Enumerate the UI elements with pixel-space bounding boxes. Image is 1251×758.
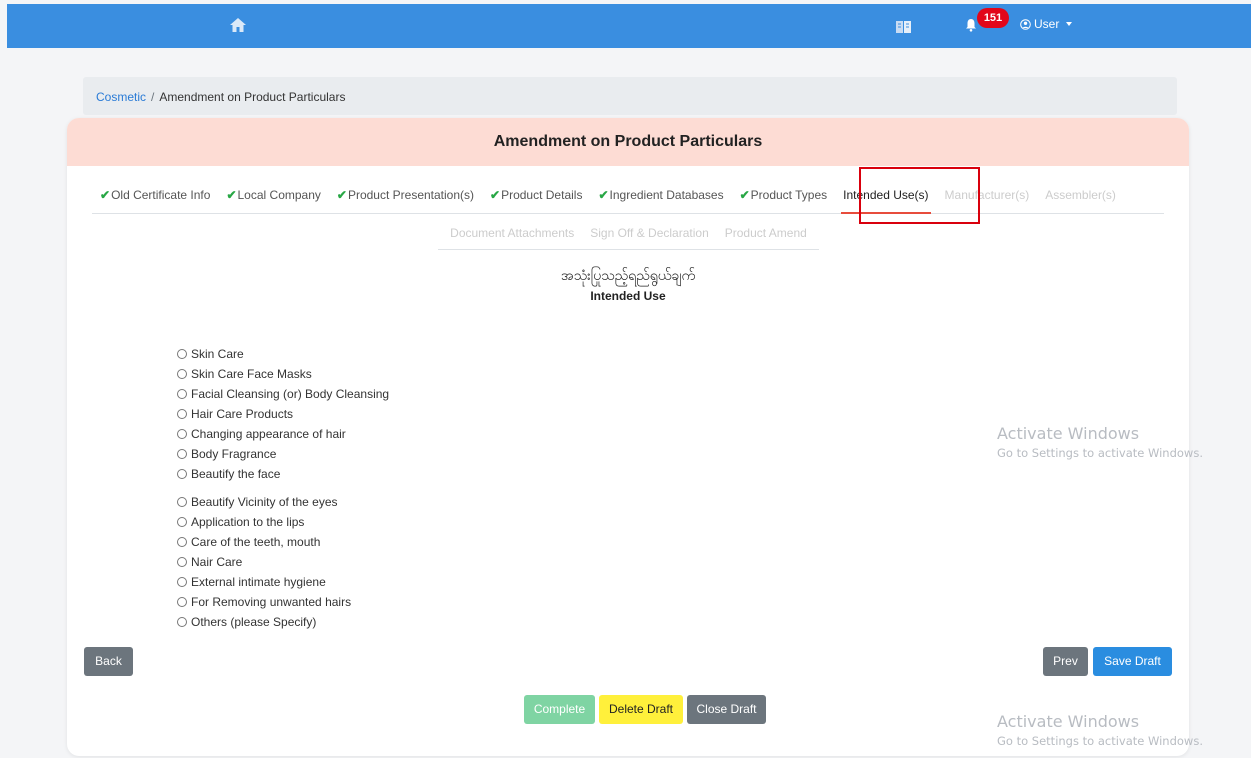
option-body-fragrance[interactable]: Body Fragrance [177, 444, 389, 464]
tab-product-types[interactable]: ✔Product Types [732, 177, 836, 214]
section-title-english: Intended Use [590, 289, 666, 303]
option-beautify-the-face[interactable]: Beautify the face [177, 464, 389, 484]
option-others-specify[interactable]: Others (please Specify) [177, 612, 389, 632]
map-book-icon[interactable] [895, 18, 913, 36]
radio-icon[interactable] [177, 449, 187, 459]
check-icon: ✔ [739, 187, 750, 202]
tab-assemblers[interactable]: Assembler(s) [1037, 177, 1124, 214]
tab-ingredient-databases[interactable]: ✔Ingredient Databases [590, 177, 731, 214]
chevron-down-icon [1066, 22, 1073, 26]
complete-button[interactable]: Complete [524, 695, 595, 724]
radio-icon[interactable] [177, 577, 187, 587]
tab-document-attachments[interactable]: Document Attachments [442, 215, 582, 252]
radio-icon[interactable] [177, 497, 187, 507]
watermark-title: Activate Windows [997, 712, 1140, 731]
radio-icon[interactable] [177, 369, 187, 379]
home-icon[interactable] [229, 16, 247, 34]
option-removing-unwanted-hairs[interactable]: For Removing unwanted hairs [177, 592, 389, 612]
option-facial-body-cleansing[interactable]: Facial Cleansing (or) Body Cleansing [177, 384, 389, 404]
option-hair-care-products[interactable]: Hair Care Products [177, 404, 389, 424]
check-icon: ✔ [336, 187, 347, 202]
delete-draft-button[interactable]: Delete Draft [599, 695, 683, 724]
radio-icon[interactable] [177, 517, 187, 527]
section-title: အသုံးပြုသည့်ရည်ရွယ်ချက် Intended Use [67, 266, 1189, 303]
check-icon: ✔ [490, 187, 501, 202]
activate-windows-watermark: Activate Windows Go to Settings to activ… [997, 712, 1203, 748]
breadcrumb: Cosmetic / Amendment on Product Particular… [83, 77, 1177, 115]
option-application-to-lips[interactable]: Application to the lips [177, 512, 389, 532]
tab-product-presentations[interactable]: ✔Product Presentation(s) [329, 177, 482, 214]
activate-windows-watermark: Activate Windows Go to Settings to activ… [997, 424, 1203, 460]
intended-use-options: Skin Care Skin Care Face Masks Facial Cl… [177, 344, 389, 632]
tab-sign-off-declaration[interactable]: Sign Off & Declaration [582, 215, 717, 252]
option-skin-care[interactable]: Skin Care [177, 344, 389, 364]
check-icon: ✔ [100, 187, 111, 202]
tab-old-certificate-info[interactable]: ✔Old Certificate Info [92, 177, 218, 214]
radio-icon[interactable] [177, 349, 187, 359]
radio-icon[interactable] [177, 557, 187, 567]
breadcrumb-separator: / [151, 90, 155, 104]
option-nair-care[interactable]: Nair Care [177, 552, 389, 572]
prev-button[interactable]: Prev [1043, 647, 1088, 676]
wizard-tabs-row2: Document Attachments Sign Off & Declarat… [438, 217, 819, 250]
section-title-myanmar: အသုံးပြုသည့်ရည်ရွယ်ချက် [560, 267, 696, 283]
user-menu[interactable]: User [1020, 17, 1073, 31]
user-label: User [1034, 17, 1060, 31]
breadcrumb-current: Amendment on Product Particulars [159, 90, 346, 104]
user-circle-icon [1020, 18, 1031, 30]
close-draft-button[interactable]: Close Draft [687, 695, 766, 724]
radio-icon[interactable] [177, 617, 187, 627]
option-skin-care-face-masks[interactable]: Skin Care Face Masks [177, 364, 389, 384]
tab-product-details[interactable]: ✔Product Details [482, 177, 590, 214]
option-external-intimate-hygiene[interactable]: External intimate hygiene [177, 572, 389, 592]
page-title: Amendment on Product Particulars [67, 118, 1189, 166]
tab-product-amend[interactable]: Product Amend [717, 215, 815, 252]
option-changing-appearance-of-hair[interactable]: Changing appearance of hair [177, 424, 389, 444]
option-beautify-vicinity-of-eyes[interactable]: Beautify Vicinity of the eyes [177, 492, 389, 512]
breadcrumb-cosmetic-link[interactable]: Cosmetic [96, 90, 146, 104]
radio-icon[interactable] [177, 469, 187, 479]
watermark-title: Activate Windows [997, 424, 1140, 443]
wizard-tabs-row1: ✔Old Certificate Info ✔Local Company ✔Pr… [92, 177, 1164, 214]
watermark-subtitle: Go to Settings to activate Windows. [997, 734, 1203, 748]
option-care-of-teeth-mouth[interactable]: Care of the teeth, mouth [177, 532, 389, 552]
tab-local-company[interactable]: ✔Local Company [218, 177, 328, 214]
save-draft-button[interactable]: Save Draft [1093, 647, 1172, 676]
notification-badge[interactable]: 151 [977, 8, 1009, 28]
radio-icon[interactable] [177, 537, 187, 547]
radio-icon[interactable] [177, 389, 187, 399]
radio-icon[interactable] [177, 409, 187, 419]
highlight-annotation-box [859, 167, 980, 224]
check-icon: ✔ [226, 187, 237, 202]
back-button[interactable]: Back [84, 647, 133, 676]
bell-icon[interactable] [965, 18, 977, 32]
watermark-subtitle: Go to Settings to activate Windows. [997, 446, 1203, 460]
radio-icon[interactable] [177, 429, 187, 439]
top-navbar: 151 User [7, 4, 1251, 48]
radio-icon[interactable] [177, 597, 187, 607]
check-icon: ✔ [598, 187, 609, 202]
